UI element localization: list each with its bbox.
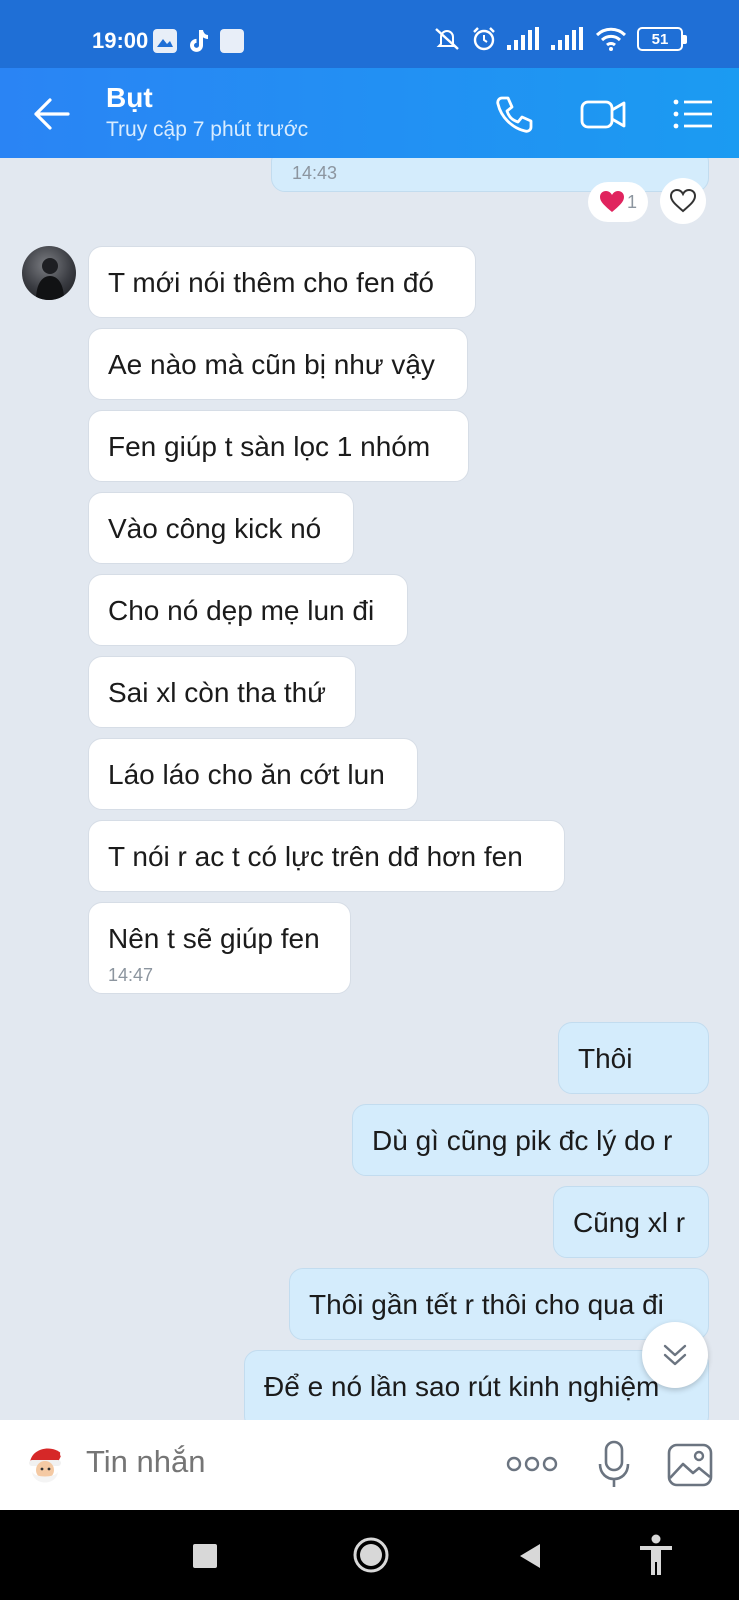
message-bubble-outgoing[interactable]: Thôi [558,1022,709,1094]
avatar-figure [36,258,64,300]
status-time: 19:00 [92,28,149,53]
message-text: Nên t sẽ giúp fen [108,923,320,954]
accessibility-icon[interactable] [638,1534,674,1576]
message-bubble-incoming[interactable]: Láo láo cho ăn cớt lun [88,738,418,810]
message-bubble-outgoing[interactable]: Để e nó lần sao rút kinh nghiệm [244,1350,709,1420]
message-bubble-incoming[interactable]: T nói r ac t có lực trên dđ hơn fen [88,820,565,892]
system-navigation-bar [0,1510,739,1600]
contact-avatar[interactable] [22,246,76,300]
status-bar: 19:00 51 [0,0,739,68]
react-button[interactable] [660,178,706,224]
battery-indicator: 51 [637,27,687,51]
message-bubble-incoming[interactable]: Fen giúp t sàn lọc 1 nhóm [88,410,469,482]
gallery-notification-icon [153,29,177,53]
menu-list-icon[interactable] [668,90,718,138]
signal-icon-2 [551,27,583,50]
home-icon[interactable] [352,1536,390,1574]
message-bubble-incoming[interactable]: Ae nào mà cũn bị như vậy [88,328,468,400]
message-time: 14:47 [108,965,154,985]
more-options-icon[interactable] [506,1454,558,1474]
silent-icon [435,28,459,50]
chat-header: Bụt Truy cập 7 phút trước [0,68,739,158]
reaction-count: 1 [626,191,637,212]
microphone-icon[interactable] [596,1440,632,1490]
alarm-icon [473,27,495,51]
back-arrow-icon[interactable] [30,92,74,136]
message-bubble-outgoing[interactable]: Thôi gần tết r thôi cho qua đi [289,1268,709,1340]
recent-apps-icon[interactable] [193,1544,217,1568]
message-bubble-outgoing[interactable]: Cũng xl r [553,1186,709,1258]
heart-reaction-icon [599,191,624,212]
tiktok-icon [190,30,208,52]
message-input[interactable] [86,1444,466,1480]
scroll-to-bottom-button[interactable] [642,1322,708,1388]
message-bubble-incoming-last[interactable]: Nên t sẽ giúp fen 14:47 [88,902,351,994]
last-seen-status: Truy cập 7 phút trước [106,118,309,141]
message-bubble-incoming[interactable]: Vào công kick nó [88,492,354,564]
phone-call-icon[interactable] [490,90,540,138]
video-call-icon[interactable] [578,90,628,138]
back-nav-icon[interactable] [518,1542,542,1570]
double-chevron-down-icon [663,1344,687,1366]
battery-level: 51 [651,30,669,48]
message-input-bar [0,1420,739,1510]
status-icons: 51 [433,26,687,52]
message-bubble-incoming[interactable]: T mới nói thêm cho fen đó [88,246,476,318]
message-bubble-incoming[interactable]: Cho nó dẹp mẹ lun đi [88,574,408,646]
message-bubble-outgoing-partial[interactable]: 14:43 [271,158,709,192]
app-notification-icon [220,29,244,53]
signal-icon [507,27,539,50]
message-bubble-outgoing[interactable]: Dù gì cũng pik đc lý do r [352,1104,709,1176]
contact-name[interactable]: Bụt [106,82,153,114]
message-time: 14:43 [292,163,338,183]
heart-outline-icon [669,188,697,213]
santa-sticker-icon[interactable] [22,1442,72,1488]
image-gallery-icon[interactable] [666,1442,714,1488]
message-list[interactable]: 14:43 1 T mới nói thêm cho fen đó Ae nào… [0,158,739,1420]
message-bubble-incoming[interactable]: Sai xl còn tha thứ [88,656,356,728]
reaction-count-badge[interactable]: 1 [588,182,648,222]
wifi-icon [595,27,627,51]
